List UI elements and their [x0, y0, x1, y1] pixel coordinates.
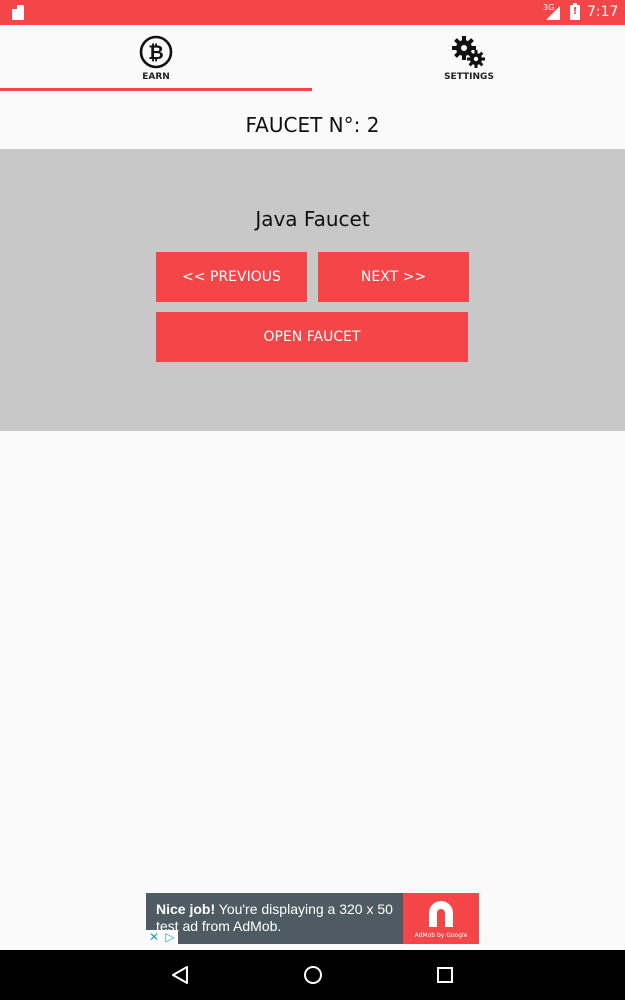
ad-choices-icon[interactable]: ▷: [162, 930, 178, 944]
next-button[interactable]: NEXT >>: [318, 252, 469, 302]
battery-icon: [570, 3, 580, 20]
gears-icon: [452, 36, 485, 68]
faucet-name: Java Faucet: [255, 207, 370, 231]
faucet-panel: Java Faucet << PREVIOUS NEXT >> OPEN FAU…: [0, 149, 625, 431]
bitcoin-icon: ₿: [139, 35, 173, 69]
previous-button[interactable]: << PREVIOUS: [156, 252, 307, 302]
page-title: FAUCET N°: 2: [245, 113, 380, 137]
nav-bar: [0, 950, 625, 1000]
tab-bar: ₿ EARN SETTINGS: [0, 25, 625, 93]
status-time: 7:17: [587, 4, 619, 20]
ad-logo-box: AdMob by Google: [403, 893, 479, 944]
tab-earn[interactable]: ₿ EARN: [0, 25, 312, 93]
status-bar: 3G 7:17: [0, 0, 625, 25]
tab-selected-indicator: [0, 88, 312, 91]
open-faucet-button[interactable]: OPEN FAUCET: [156, 312, 468, 362]
tab-settings-label: SETTINGS: [444, 72, 494, 82]
tab-earn-label: EARN: [142, 72, 170, 82]
ad-headline: Nice job!: [156, 901, 216, 917]
svg-text:₿: ₿: [148, 42, 163, 64]
back-icon: [172, 966, 188, 984]
signal-icon: [546, 6, 560, 20]
ad-text: Nice job! You're displaying a 320 x 50 t…: [156, 901, 401, 935]
home-icon: [304, 966, 322, 984]
recents-icon: [437, 967, 453, 983]
ad-choices[interactable]: ✕ ▷: [146, 930, 178, 944]
tab-settings[interactable]: SETTINGS: [313, 25, 625, 93]
nav-recents-button[interactable]: [425, 960, 465, 990]
sd-card-icon: [12, 5, 24, 20]
ad-attribution: AdMob by Google: [414, 932, 468, 939]
ad-close-icon[interactable]: ✕: [146, 930, 162, 944]
nav-back-button[interactable]: [160, 960, 200, 990]
nav-home-button[interactable]: [293, 960, 333, 990]
ad-banner[interactable]: Nice job! You're displaying a 320 x 50 t…: [146, 893, 479, 944]
admob-logo-icon: [429, 901, 453, 927]
